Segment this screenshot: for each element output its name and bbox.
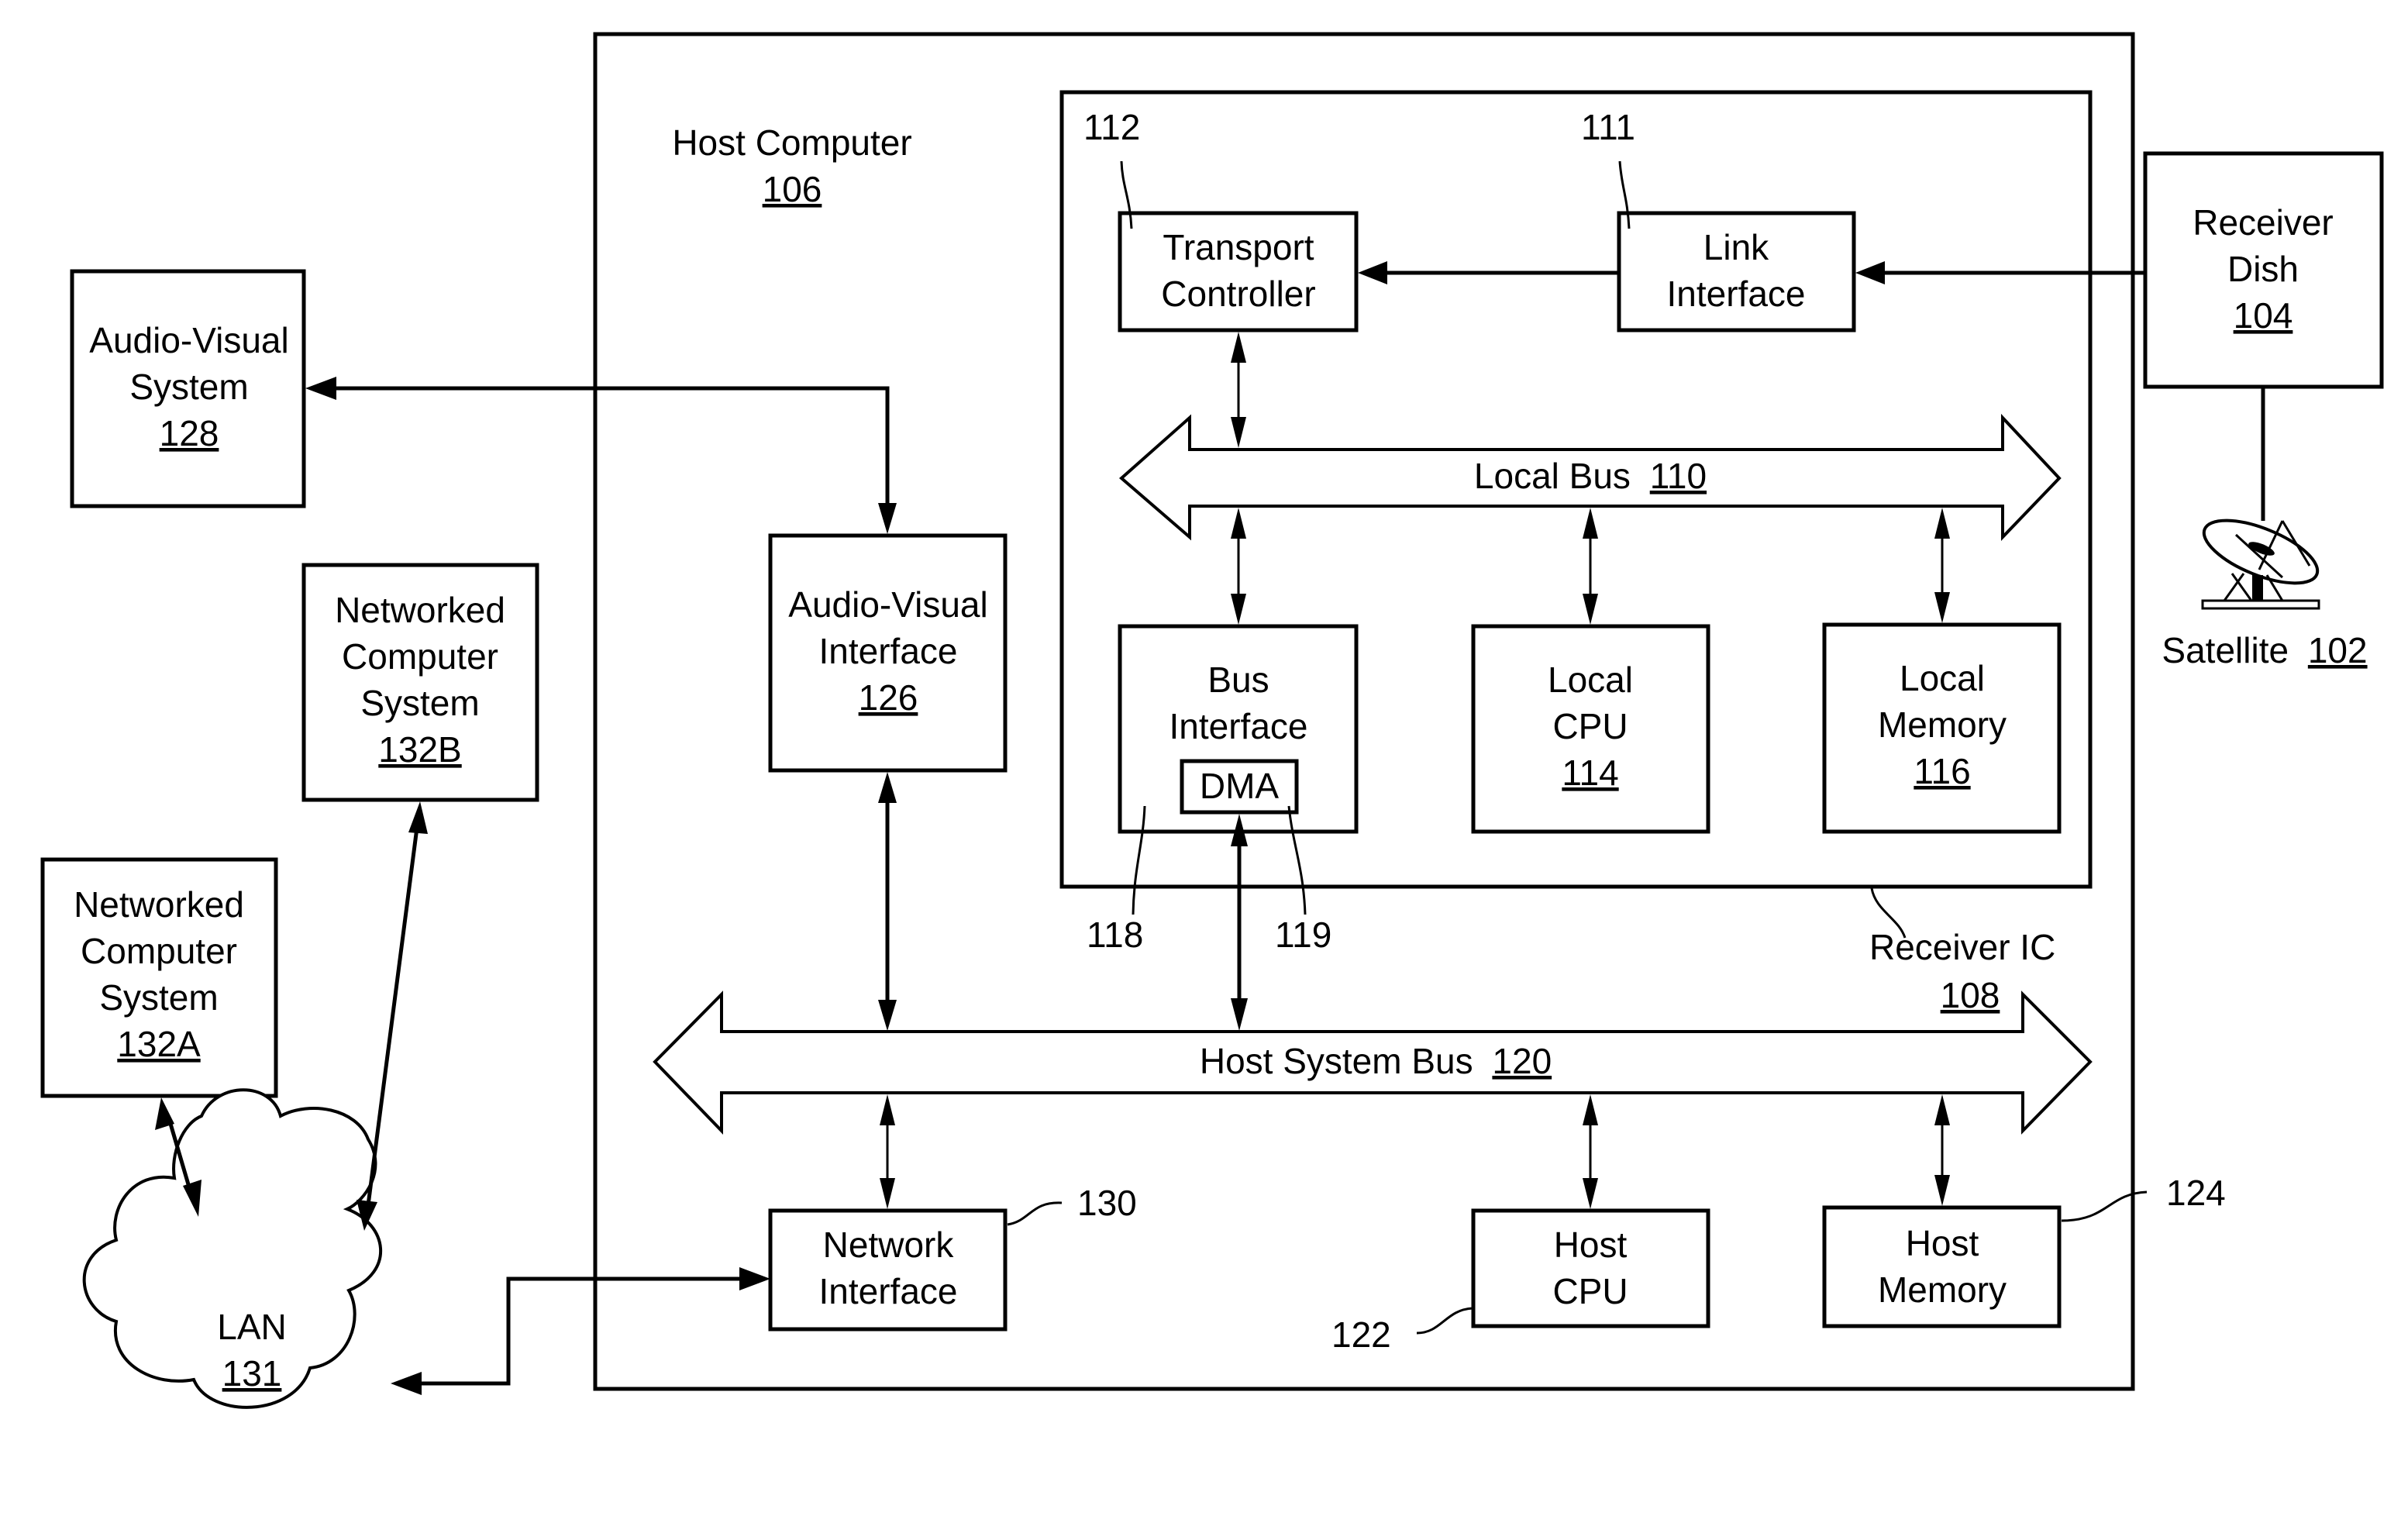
av-interface-ref: 126 [859, 677, 918, 718]
network-interface-label-2: Interface [819, 1271, 958, 1311]
networked-computer-b-ref: 132B [378, 729, 461, 770]
local-cpu-label-2: CPU [1552, 706, 1628, 746]
bus-interface-label-1: Bus [1207, 660, 1269, 700]
system-block-diagram: Host Computer 106 Receiver IC 108 Transp… [40, 32, 2384, 1409]
host-system-bus-title: Host System Bus [1200, 1041, 1473, 1081]
local-cpu-label-1: Local [1548, 660, 1633, 700]
lan-label: LAN [217, 1307, 286, 1347]
networked-computer-a-label-1: Networked [74, 884, 244, 925]
host-cpu-label-2: CPU [1552, 1271, 1628, 1311]
local-cpu-ref: 114 [1562, 753, 1618, 793]
host-memory-label-2: Memory [1878, 1270, 2007, 1310]
satellite-label: Satellite 102 [2162, 630, 2367, 670]
networked-computer-b-label-2: Computer [342, 636, 498, 677]
networked-computer-a-label-3: System [99, 977, 218, 1018]
networked-computer-b-label-1: Networked [335, 590, 505, 630]
receiver-ic-ref: 108 [1941, 975, 2000, 1015]
local-memory-ref: 116 [1914, 751, 1970, 791]
receiver-ic-title: Receiver IC [1869, 927, 2055, 967]
host-memory-label-1: Host [1906, 1223, 1979, 1263]
receiver-dish-label-1: Receiver [2193, 202, 2334, 243]
networked-computer-b-label-3: System [360, 683, 479, 723]
dma-label: DMA [1200, 766, 1280, 806]
av-interface-label-1: Audio-Visual [788, 584, 987, 625]
networked-computer-a-ref: 132A [117, 1024, 201, 1064]
network-interface-callout: 130 [1077, 1183, 1137, 1223]
host-system-bus-ref: 120 [1492, 1041, 1552, 1081]
transport-controller-callout: 112 [1083, 107, 1140, 147]
link-interface-callout: 111 [1581, 107, 1635, 147]
local-memory-label-2: Memory [1878, 705, 2007, 745]
host-cpu-label-1: Host [1554, 1225, 1628, 1265]
host-system-bus-label: Host System Bus 120 [1200, 1041, 1552, 1081]
av-system-label-1: Audio-Visual [89, 320, 288, 360]
satellite-dish-icon [2201, 519, 2320, 610]
dma-callout: 119 [1275, 915, 1331, 955]
satellite-title: Satellite [2162, 630, 2289, 670]
av-system-label-2: System [129, 367, 248, 407]
local-bus-title: Local Bus [1474, 456, 1631, 496]
transport-controller-label-2: Controller [1161, 274, 1315, 314]
transport-controller-label-1: Transport [1163, 227, 1314, 267]
local-bus-ref: 110 [1650, 456, 1707, 496]
networked-computer-a-label-2: Computer [81, 931, 237, 971]
receiver-dish-ref: 104 [2234, 295, 2293, 336]
local-bus-label: Local Bus 110 [1474, 456, 1707, 496]
satellite-ref: 102 [2308, 630, 2368, 670]
link-interface-label-2: Interface [1667, 274, 1806, 314]
lan-ref: 131 [222, 1353, 282, 1394]
host-computer-ref: 106 [763, 169, 822, 209]
network-interface-label-1: Network [823, 1225, 955, 1265]
receiver-dish-label-2: Dish [2227, 249, 2299, 289]
bus-interface-label-2: Interface [1169, 706, 1308, 746]
av-interface-label-2: Interface [819, 631, 958, 671]
host-cpu-callout: 122 [1331, 1314, 1391, 1355]
av-system-ref: 128 [160, 413, 219, 453]
link-interface-label-1: Link [1703, 227, 1769, 267]
bus-interface-callout: 118 [1087, 915, 1143, 955]
host-memory-callout: 124 [2166, 1173, 2226, 1213]
local-memory-label-1: Local [1900, 658, 1985, 698]
host-computer-title: Host Computer [672, 122, 911, 163]
